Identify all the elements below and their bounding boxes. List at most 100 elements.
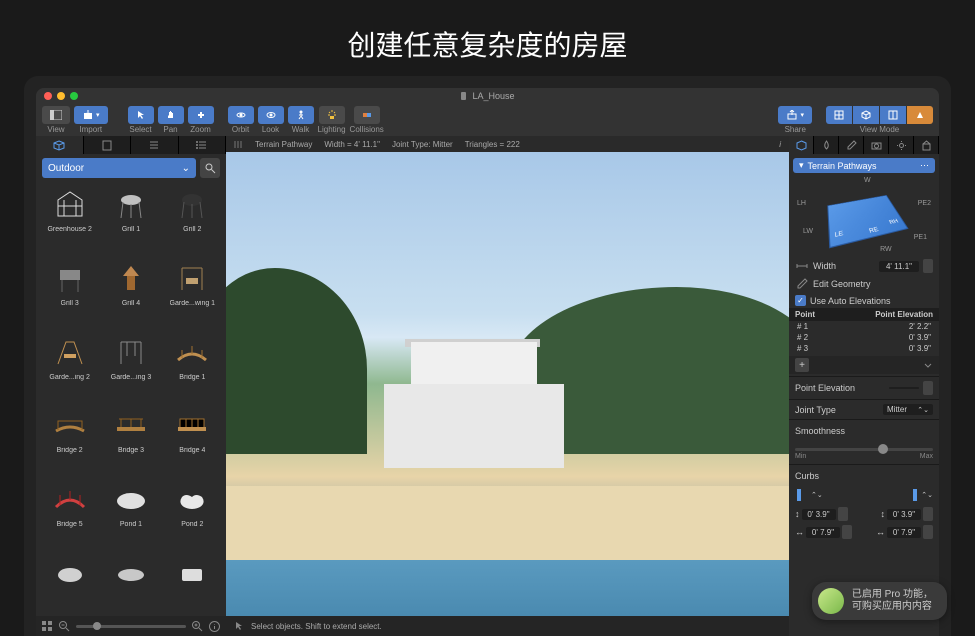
- curb-r-stepper[interactable]: ⌃⌄: [921, 491, 933, 499]
- point-elevation-label: Point Elevation: [795, 383, 885, 393]
- width-label: Width: [813, 261, 875, 271]
- point-elevation-value[interactable]: [889, 387, 919, 389]
- lib-item-bridge2[interactable]: Bridge 2: [40, 403, 99, 475]
- tab-object[interactable]: [789, 136, 814, 154]
- curb-h-row: ↕0' 3.9" ↕0' 3.9": [789, 505, 939, 523]
- th-point: Point: [795, 310, 864, 319]
- tab-furniture[interactable]: [36, 136, 84, 154]
- width-value[interactable]: 4' 11.1": [879, 261, 919, 272]
- section-header[interactable]: ▾ Terrain Pathways ⋯: [793, 158, 935, 173]
- 3d-scene[interactable]: [226, 152, 789, 616]
- stepper[interactable]: [842, 525, 852, 539]
- stepper[interactable]: [838, 507, 848, 521]
- zoom-out-icon[interactable]: [59, 621, 70, 632]
- lib-item-swing2[interactable]: Garde...ing 2: [40, 330, 99, 402]
- curb-l-stepper[interactable]: ⌃⌄: [811, 491, 823, 499]
- cursor-status-icon: [234, 621, 245, 632]
- tab-edit[interactable]: [839, 136, 864, 154]
- lib-item-more2[interactable]: [101, 551, 160, 616]
- lib-item-pond1[interactable]: Pond 1: [101, 477, 160, 549]
- walk-button[interactable]: [288, 106, 314, 124]
- lib-item-bridge5[interactable]: Bridge 5: [40, 477, 99, 549]
- lib-item-grill2[interactable]: Grill 2: [163, 182, 222, 254]
- view-mode-2d-button[interactable]: [826, 106, 852, 124]
- zoom-in-icon[interactable]: [192, 621, 203, 632]
- tab-camera[interactable]: [864, 136, 889, 154]
- smoothness-slider[interactable]: [795, 448, 933, 451]
- lighting-button[interactable]: [319, 106, 345, 124]
- pan-button[interactable]: [158, 106, 184, 124]
- lib-item-grill1[interactable]: Grill 1: [101, 182, 160, 254]
- status-text: Select objects. Shift to extend select.: [251, 622, 382, 631]
- camera-icon: [871, 140, 882, 151]
- maximize-icon[interactable]: [70, 92, 78, 100]
- collisions-button[interactable]: [354, 106, 380, 124]
- view-mode-elevation-button[interactable]: [907, 106, 933, 124]
- curb-lh-input[interactable]: 0' 3.9": [802, 509, 836, 520]
- lib-item-bridge4[interactable]: Bridge 4: [163, 403, 222, 475]
- tab-materials[interactable]: [84, 136, 132, 154]
- minimize-icon[interactable]: [57, 92, 65, 100]
- curb-rw-input[interactable]: 0' 7.9": [887, 527, 921, 538]
- width-stepper[interactable]: [923, 259, 933, 273]
- lib-item-swing1[interactable]: Garde...wing 1: [163, 256, 222, 328]
- tab-tree[interactable]: [131, 136, 179, 154]
- tab-building[interactable]: [914, 136, 939, 154]
- lib-item-more1[interactable]: [40, 551, 99, 616]
- status-bar: Select objects. Shift to extend select.: [226, 616, 789, 636]
- toolbar: View ▾ Import Select Pan Zoom Orbit Look…: [36, 104, 939, 136]
- lib-item-grill4[interactable]: Grill 4: [101, 256, 160, 328]
- stepper[interactable]: [923, 507, 933, 521]
- select-label: Select: [129, 125, 151, 134]
- zoom-button[interactable]: [188, 106, 214, 124]
- view-mode-split-button[interactable]: [880, 106, 906, 124]
- lib-label: Pond 2: [181, 521, 203, 528]
- share-button[interactable]: ▾: [778, 106, 812, 124]
- tab-list[interactable]: [179, 136, 227, 154]
- import-button[interactable]: ▾: [74, 106, 108, 124]
- tab-light[interactable]: [889, 136, 914, 154]
- table-row[interactable]: # 12' 2.2": [789, 321, 939, 332]
- table-row[interactable]: # 20' 3.9": [789, 332, 939, 343]
- select-button[interactable]: [128, 106, 154, 124]
- view-sidebar-button[interactable]: [42, 106, 70, 124]
- lib-item-grill3[interactable]: Grill 3: [40, 256, 99, 328]
- orbit-button[interactable]: [228, 106, 254, 124]
- elevation-icon: [915, 110, 925, 120]
- auto-elevations-checkbox[interactable]: ✓: [795, 295, 806, 306]
- grid-icon[interactable]: [42, 621, 53, 632]
- category-select[interactable]: Outdoor⌄: [42, 158, 196, 178]
- edit-geometry-row[interactable]: Edit Geometry: [789, 275, 939, 293]
- info-icon-i[interactable]: i: [779, 140, 781, 149]
- close-icon[interactable]: [44, 92, 52, 100]
- add-point-button[interactable]: +: [795, 358, 809, 372]
- device-frame: LA_House View ▾ Import Select Pan Zoom O…: [24, 76, 951, 636]
- view-mode-3d-button[interactable]: [853, 106, 879, 124]
- list-icon: [196, 140, 208, 151]
- stepper[interactable]: [923, 525, 933, 539]
- lib-label: Grill 2: [183, 226, 201, 233]
- curb-rh-input[interactable]: 0' 3.9": [887, 509, 921, 520]
- look-button[interactable]: [258, 106, 284, 124]
- lib-item-pond2[interactable]: Pond 2: [163, 477, 222, 549]
- lib-item-bridge1[interactable]: Bridge 1: [163, 330, 222, 402]
- sun-icon: [896, 140, 907, 151]
- pro-badge[interactable]: 已启用 Pro 功能， 可购买应用内内容: [812, 582, 947, 620]
- expand-icon[interactable]: [923, 360, 933, 370]
- search-button[interactable]: [200, 158, 220, 178]
- tab-material[interactable]: [814, 136, 839, 154]
- lib-item-bridge3[interactable]: Bridge 3: [101, 403, 160, 475]
- lighting-label: Lighting: [318, 125, 346, 134]
- cube-tab-icon: [796, 140, 807, 151]
- lib-item-swing3[interactable]: Garde...ing 3: [101, 330, 160, 402]
- zoom-slider[interactable]: [76, 625, 186, 628]
- lib-item-more3[interactable]: [163, 551, 222, 616]
- pe-stepper[interactable]: [923, 381, 933, 395]
- info-icon[interactable]: [209, 621, 220, 632]
- grip-icon[interactable]: [234, 140, 243, 149]
- lib-item-greenhouse[interactable]: Greenhouse 2: [40, 182, 99, 254]
- curb-lw-input[interactable]: 0' 7.9": [806, 527, 840, 538]
- disclosure-icon: ▾: [799, 160, 804, 171]
- table-row[interactable]: # 30' 3.9": [789, 343, 939, 354]
- joint-type-select[interactable]: Mitter⌃⌄: [883, 404, 933, 415]
